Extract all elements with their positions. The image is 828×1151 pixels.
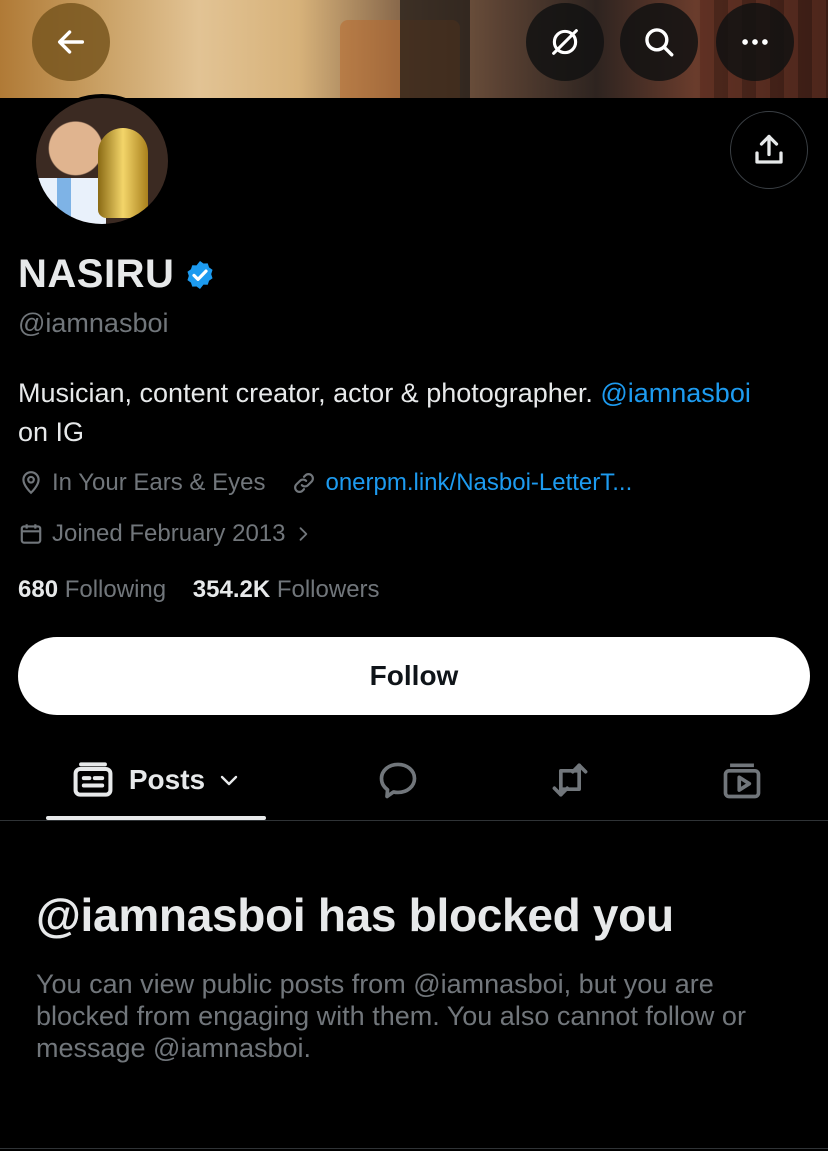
location-pin-icon xyxy=(22,471,40,495)
profile-meta-row: In Your Ears & Eyes onerpm.link/Nasboi-L… xyxy=(18,469,632,497)
tab-replies[interactable] xyxy=(358,740,438,820)
posts-feed-icon xyxy=(73,762,113,797)
video-play-icon xyxy=(723,763,761,799)
arrow-left-icon xyxy=(57,30,85,54)
more-button[interactable] xyxy=(716,3,794,81)
bio-text: Musician, content creator, actor & photo… xyxy=(18,378,593,408)
chevron-right-icon xyxy=(300,527,308,541)
tab-media[interactable] xyxy=(702,740,782,820)
slash-circle-icon xyxy=(552,29,578,55)
profile-website-link[interactable]: onerpm.link/Nasboi-LetterT... xyxy=(325,469,632,497)
profile-location: In Your Ears & Eyes xyxy=(52,469,266,496)
grok-button[interactable] xyxy=(526,3,604,81)
tab-posts-label: Posts xyxy=(128,764,206,795)
profile-joined-row[interactable]: Joined February 2013 xyxy=(18,520,321,548)
more-dots-icon xyxy=(742,39,768,45)
bio-mention-link[interactable]: @iamnasboi xyxy=(600,378,750,408)
followers-count: 354.2K xyxy=(192,576,271,603)
active-tab-indicator xyxy=(46,816,266,820)
profile-bio: Musician, content creator, actor & photo… xyxy=(18,374,818,452)
search-button[interactable] xyxy=(620,3,698,81)
followers-label: Followers xyxy=(276,576,380,603)
bio-suffix: on IG xyxy=(18,417,85,447)
tab-reposts[interactable] xyxy=(530,740,610,820)
profile-joined: Joined February 2013 xyxy=(52,520,286,547)
avatar[interactable] xyxy=(32,94,172,228)
calendar-icon xyxy=(20,524,42,544)
link-icon xyxy=(294,473,315,493)
profile-tabs: Posts xyxy=(0,740,828,821)
share-button[interactable] xyxy=(730,111,808,189)
profile-banner xyxy=(0,0,828,98)
profile-handle: @iamnasboi xyxy=(18,308,169,338)
reply-bubble-icon xyxy=(379,762,417,799)
profile-name: NASIRU xyxy=(18,252,175,296)
following-count: 680 xyxy=(18,576,59,603)
verified-badge-icon[interactable] xyxy=(184,259,216,291)
back-button[interactable] xyxy=(32,3,110,81)
repost-icon xyxy=(552,763,588,797)
follow-counts: 680 Following 354.2K Followers xyxy=(18,576,380,604)
divider xyxy=(0,1148,828,1149)
chevron-down-icon[interactable] xyxy=(217,768,241,792)
follow-button[interactable]: Follow xyxy=(18,637,810,715)
following-label: Following xyxy=(64,576,167,603)
following-link[interactable]: 680 Following xyxy=(18,576,166,603)
followers-link[interactable]: 354.2K Followers xyxy=(193,576,380,603)
tab-posts[interactable]: Posts xyxy=(46,740,266,820)
share-icon xyxy=(755,134,783,164)
profile-name-row: NASIRU xyxy=(18,252,216,297)
search-icon xyxy=(645,28,674,57)
blocked-title: @iamnasboi has blocked you xyxy=(36,889,674,941)
blocked-description: You can view public posts from @iamnasbo… xyxy=(36,969,746,1063)
